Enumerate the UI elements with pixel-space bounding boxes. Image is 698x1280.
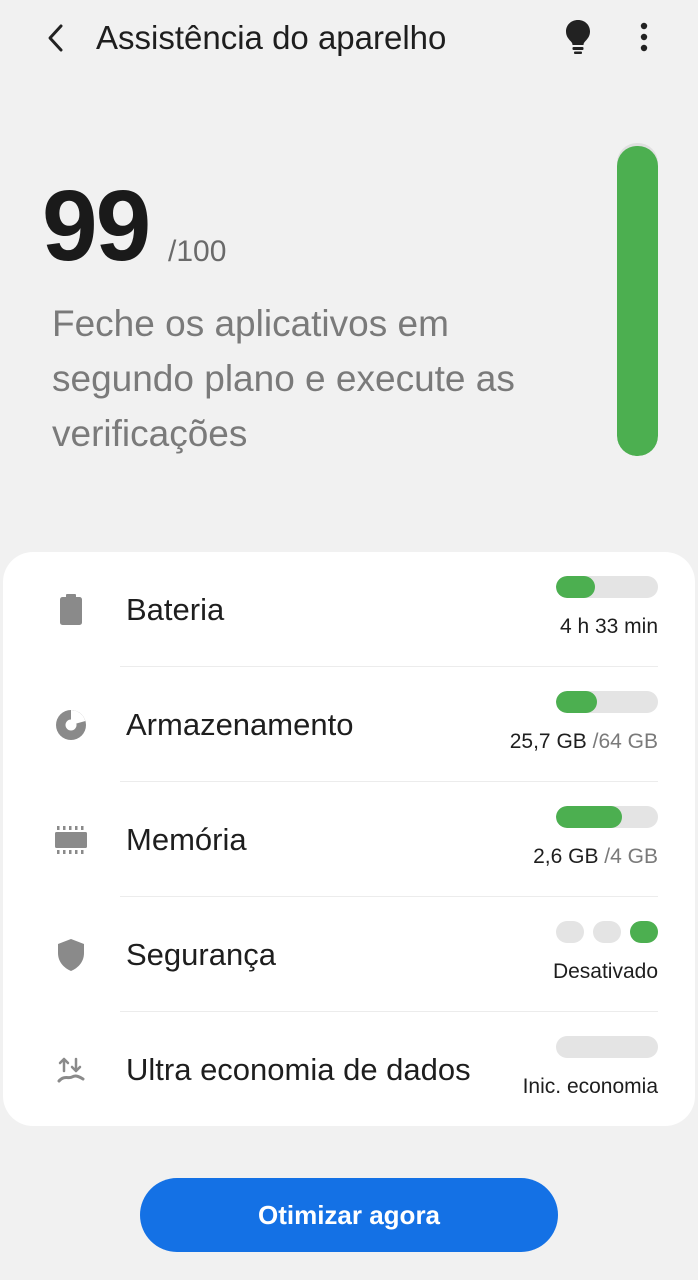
memory-total: /4 GB (598, 845, 658, 868)
app-bar: Assistência do aparelho (0, 0, 698, 80)
lightbulb-icon[interactable] (560, 16, 596, 58)
security-label: Segurança (126, 937, 276, 972)
memory-label: Memória (126, 822, 247, 857)
memory-level-fill (556, 806, 623, 828)
security-value: Desativado (553, 959, 658, 985)
memory-value: 2,6 GB /4 GB (533, 844, 658, 870)
storage-level-bar (556, 691, 658, 713)
status-card: Bateria 4 h 33 min Armazenamento 25,7 GB… (3, 552, 695, 1126)
score-level-bar (617, 143, 658, 456)
security-status: Desativado (552, 960, 658, 983)
data-saver-level-bar (556, 1036, 658, 1058)
memory-row[interactable]: Memória 2,6 GB /4 GB (3, 782, 695, 897)
storage-row[interactable]: Armazenamento 25,7 GB /64 GB (3, 667, 695, 782)
back-arrow-icon[interactable] (38, 18, 74, 58)
status-dot (630, 921, 658, 943)
data-saver-row[interactable]: Ultra economia de dados Inic. economia (3, 1012, 695, 1127)
battery-label: Bateria (126, 592, 225, 627)
more-vert-icon[interactable] (628, 16, 660, 58)
storage-label: Armazenamento (126, 707, 354, 742)
security-row[interactable]: Segurança Desativado (3, 897, 695, 1012)
score-level-fill (617, 146, 658, 456)
status-dot (556, 921, 584, 943)
battery-time: 4 h 33 min (559, 615, 658, 638)
shield-icon (51, 935, 91, 975)
score-value: 99 (42, 170, 151, 282)
score-message: Feche os aplicativos em segundo plano e … (52, 303, 515, 454)
optimize-now-button[interactable]: Otimizar agora (140, 1178, 558, 1252)
data-saver-status: Inic. economia (522, 1075, 658, 1098)
memory-level-bar (556, 806, 658, 828)
score-max: /100 (168, 235, 227, 268)
memory-used: 2,6 GB (533, 845, 599, 868)
battery-value: 4 h 33 min (560, 614, 658, 640)
storage-total: /64 GB (586, 730, 658, 753)
battery-row[interactable]: Bateria 4 h 33 min (3, 552, 695, 667)
page-title: Assistência do aparelho (96, 19, 447, 56)
storage-level-fill (556, 691, 597, 713)
battery-level-bar (556, 576, 658, 598)
battery-icon (51, 590, 91, 630)
storage-used: 25,7 GB (509, 730, 587, 753)
memory-icon (51, 820, 91, 860)
data-saver-label: Ultra economia de dados (126, 1052, 471, 1087)
storage-value: 25,7 GB /64 GB (510, 729, 658, 755)
battery-level-fill (556, 576, 595, 598)
storage-icon (51, 705, 91, 745)
data-saver-icon (51, 1050, 91, 1090)
data-saver-value: Inic. economia (523, 1074, 658, 1100)
status-dot (593, 921, 621, 943)
security-status-dots (556, 921, 658, 943)
